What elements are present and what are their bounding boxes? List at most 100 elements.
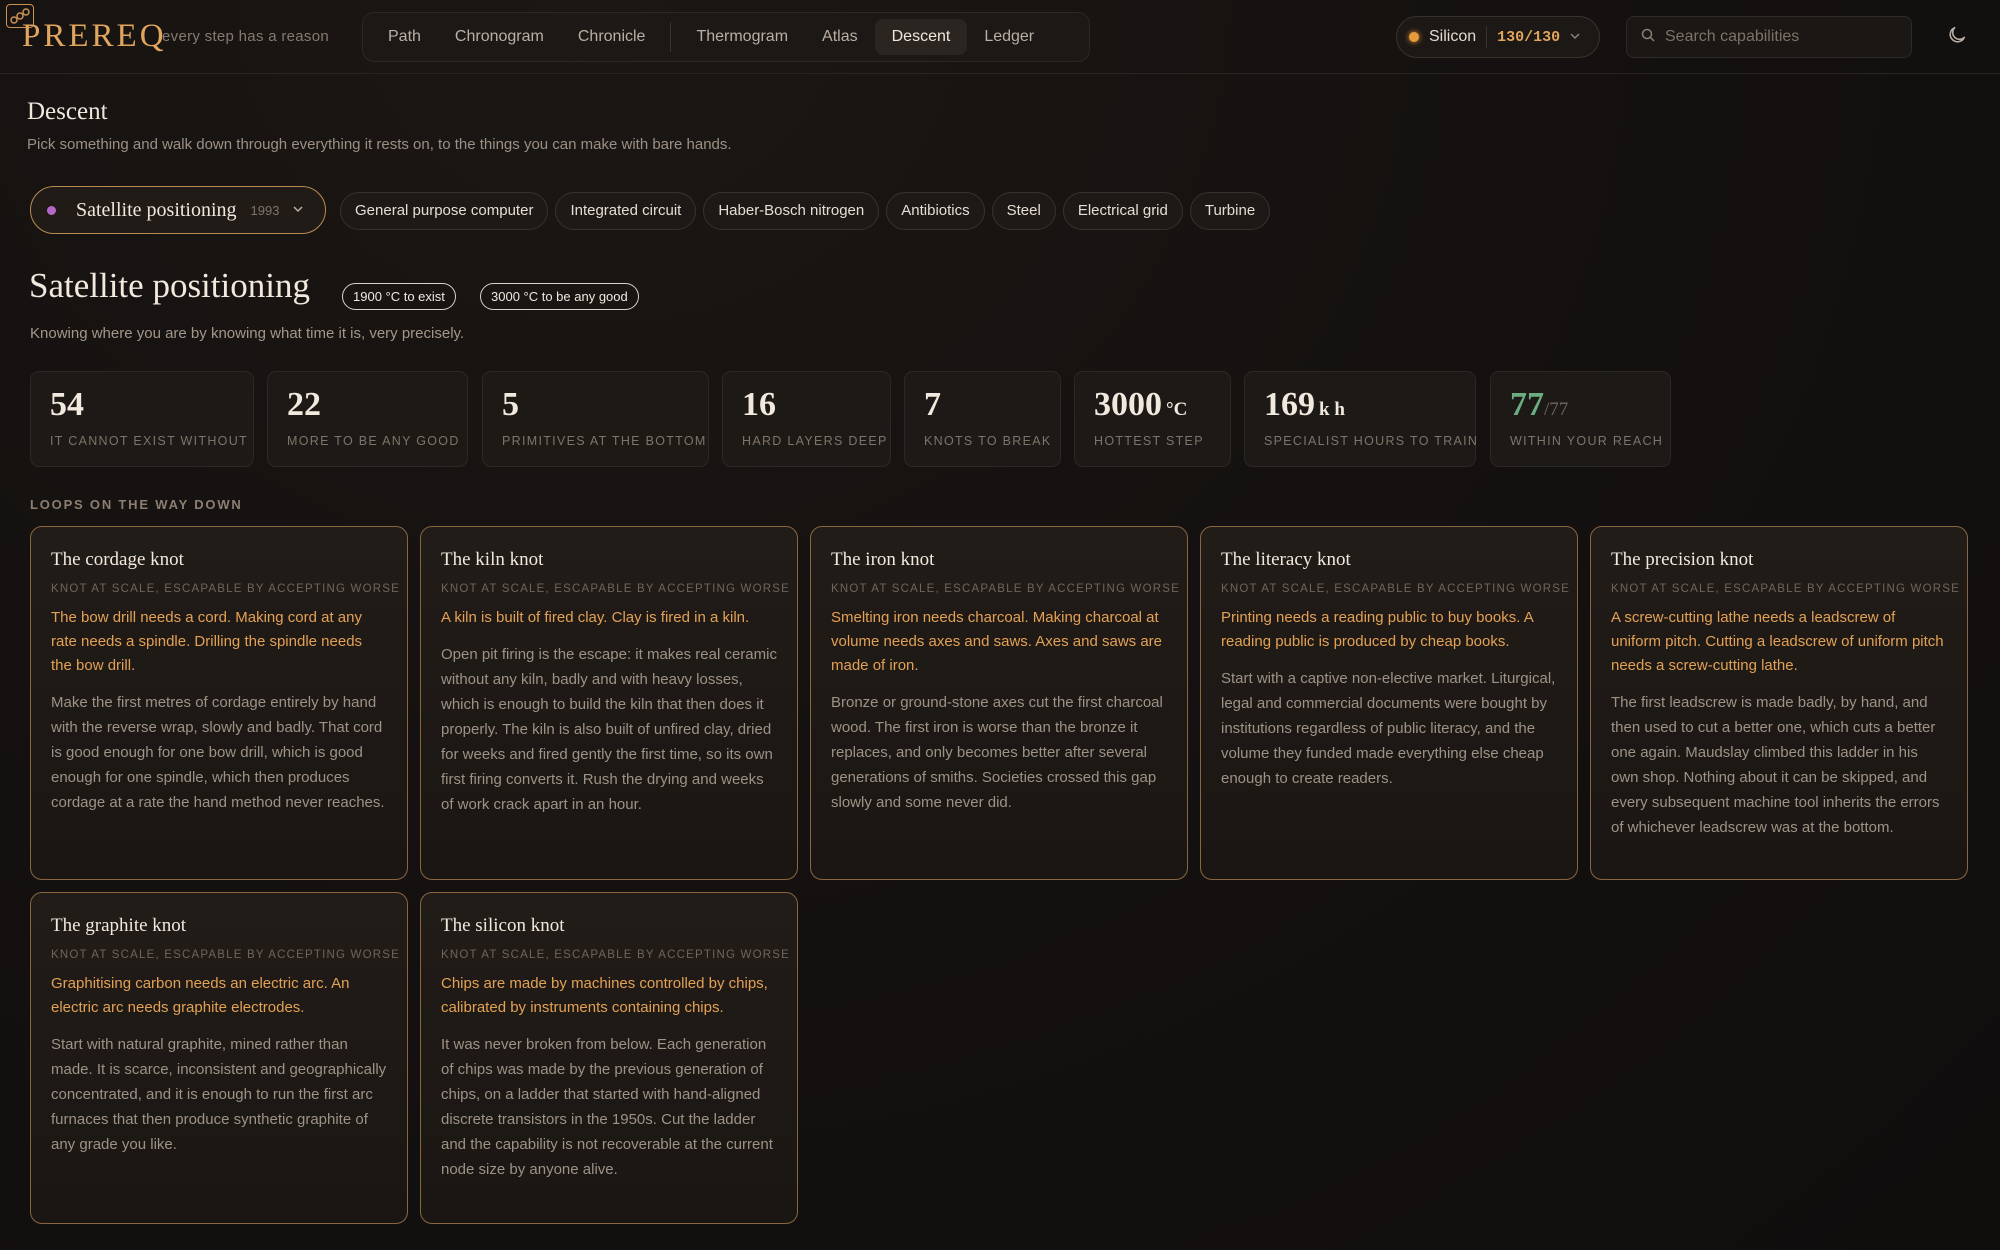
nav-descent[interactable]: Descent [874,19,968,55]
page-title: Descent [27,98,108,125]
stat-value: 22 [287,386,321,423]
stat-card: 7 KNOTS TO BREAK [904,371,1061,467]
section-label: LOOPS ON THE WAY DOWN [30,497,243,512]
main-nav: Path Chronogram Chronicle Thermogram Atl… [362,12,1090,62]
knot-tag: KNOT AT SCALE, ESCAPABLE BY ACCEPTING WO… [441,949,790,961]
knot-loop: A kiln is built of fired clay. Clay is f… [441,609,750,626]
knot-card[interactable]: The precision knot KNOT AT SCALE, ESCAPA… [1590,526,1968,880]
page-subtitle: Pick something and walk down through eve… [27,136,732,153]
search-input[interactable] [1665,28,1885,46]
picker-label: Satellite positioning [76,198,237,221]
app-tagline: every step has a reason [162,28,329,45]
knot-title: The cordage knot [51,549,184,570]
knot-body: Start with natural graphite, mined rathe… [51,1036,387,1153]
knot-loop: The bow drill needs a cord. Making cord … [51,609,363,674]
stat-label: IT CANNOT EXIST WITHOUT [50,434,248,448]
knot-loop: A screw-cutting lathe needs a leadscrew … [1611,609,1944,674]
knot-body: The first leadscrew is made badly, by ha… [1611,694,1940,836]
subject-title: Satellite positioning [29,266,310,305]
knot-title: The graphite knot [51,915,187,936]
knot-card[interactable]: The literacy knot KNOT AT SCALE, ESCAPAB… [1200,526,1578,880]
knot-loop: Graphitising carbon needs an electric ar… [51,975,350,1016]
knot-title: The precision knot [1611,549,1754,570]
knot-body: Make the first metres of cordage entirel… [51,694,385,811]
stat-label: SPECIALIST HOURS TO TRAIN [1264,434,1479,448]
knot-title: The iron knot [831,549,935,570]
stat-label: WITHIN YOUR REACH [1510,434,1664,448]
capability-chips: General purpose computer Integrated circ… [340,192,1271,230]
knot-tag: KNOT AT SCALE, ESCAPABLE BY ACCEPTING WO… [1611,583,1960,595]
stat-value: 16 [742,386,776,423]
stat-label: PRIMITIVES AT THE BOTTOM [502,434,707,448]
material-name: Silicon [1429,28,1477,45]
nav-atlas[interactable]: Atlas [805,19,875,55]
knot-body: Bronze or ground-stone axes cut the firs… [831,694,1163,811]
nav-ledger[interactable]: Ledger [967,19,1051,55]
knot-tag: KNOT AT SCALE, ESCAPABLE BY ACCEPTING WO… [831,583,1180,595]
nav-chronogram[interactable]: Chronogram [438,19,561,55]
subject-subtitle: Knowing where you are by knowing what ti… [30,325,465,342]
stat-label: HOTTEST STEP [1094,434,1204,448]
knot-loop: Smelting iron needs charcoal. Making cha… [831,609,1163,674]
stat-card: 3000 °C HOTTEST STEP [1074,371,1231,467]
knot-card[interactable]: The cordage knot KNOT AT SCALE, ESCAPABL… [30,526,408,880]
chip-integrated-circuit[interactable]: Integrated circuit [555,192,697,230]
knot-body: It was never broken from below. Each gen… [441,1036,773,1178]
stat-card: 54 IT CANNOT EXIST WITHOUT [30,371,254,467]
knot-card[interactable]: The iron knot KNOT AT SCALE, ESCAPABLE B… [810,526,1188,880]
stat-value: 77/77 [1510,386,1569,423]
knot-tag: KNOT AT SCALE, ESCAPABLE BY ACCEPTING WO… [1221,583,1570,595]
nav-thermogram[interactable]: Thermogram [679,19,805,55]
knot-tag: KNOT AT SCALE, ESCAPABLE BY ACCEPTING WO… [51,949,400,961]
stat-label: HARD LAYERS DEEP [742,434,888,448]
capability-color-dot [47,205,56,215]
knot-tag: KNOT AT SCALE, ESCAPABLE BY ACCEPTING WO… [441,583,790,595]
picker-year: 1993 [250,202,280,218]
chip-steel[interactable]: Steel [991,192,1056,230]
chip-general-purpose-computer[interactable]: General purpose computer [340,192,549,230]
top-bar: PREREQ every step has a reason Path Chro… [0,0,2000,74]
chip-haber-bosch-nitrogen[interactable]: Haber-Bosch nitrogen [703,192,880,230]
chip-turbine[interactable]: Turbine [1189,192,1271,230]
stat-value: 54 [50,386,84,423]
chevron-down-icon [293,204,303,216]
stat-label: MORE TO BE ANY GOOD [287,434,460,448]
temperature-badge-exist: 1900 °C to exist [342,283,456,310]
nav-chronicle[interactable]: Chronicle [561,19,663,55]
capability-picker[interactable]: Satellite positioning 1993 [30,186,326,234]
stat-value: 5 [502,386,519,423]
knot-loop: Printing needs a reading public to buy b… [1221,609,1533,650]
stat-label: KNOTS TO BREAK [924,434,1052,448]
material-selector[interactable]: Silicon 130/130 [1396,16,1600,58]
moon-icon[interactable] [1946,24,1970,48]
knot-title: The kiln knot [441,549,544,570]
knot-body: Start with a captive non-elective market… [1221,670,1556,787]
nav-path[interactable]: Path [371,19,438,55]
material-divider [1486,26,1488,48]
material-status-dot [1409,32,1419,42]
search-box[interactable] [1626,16,1912,58]
nav-divider [670,22,672,52]
app-logo[interactable]: PREREQ [22,18,167,55]
stat-card: 5 PRIMITIVES AT THE BOTTOM [482,371,709,467]
knot-card[interactable]: The silicon knot KNOT AT SCALE, ESCAPABL… [420,892,798,1224]
chip-electrical-grid[interactable]: Electrical grid [1062,192,1183,230]
stat-value: 7 [924,386,941,423]
stat-value: 169 k h [1264,386,1345,423]
knot-card[interactable]: The graphite knot KNOT AT SCALE, ESCAPAB… [30,892,408,1224]
search-icon [1641,28,1655,47]
knot-title: The silicon knot [441,915,565,936]
knot-loop: Chips are made by machines controlled by… [441,975,768,1016]
stat-card: 16 HARD LAYERS DEEP [722,371,891,467]
knot-title: The literacy knot [1221,549,1351,570]
stat-card: 169 k h SPECIALIST HOURS TO TRAIN [1244,371,1479,467]
temperature-badge-good: 3000 °C to be any good [480,283,639,310]
stat-value: 3000 °C [1094,386,1188,423]
knot-tag: KNOT AT SCALE, ESCAPABLE BY ACCEPTING WO… [51,583,400,595]
stat-card: 77/77 WITHIN YOUR REACH [1490,371,1671,467]
chip-antibiotics[interactable]: Antibiotics [886,192,985,230]
knot-card[interactable]: The kiln knot KNOT AT SCALE, ESCAPABLE B… [420,526,798,880]
material-count: 130/130 [1497,28,1561,46]
chevron-down-icon [1570,31,1580,43]
stat-card: 22 MORE TO BE ANY GOOD [267,371,468,467]
